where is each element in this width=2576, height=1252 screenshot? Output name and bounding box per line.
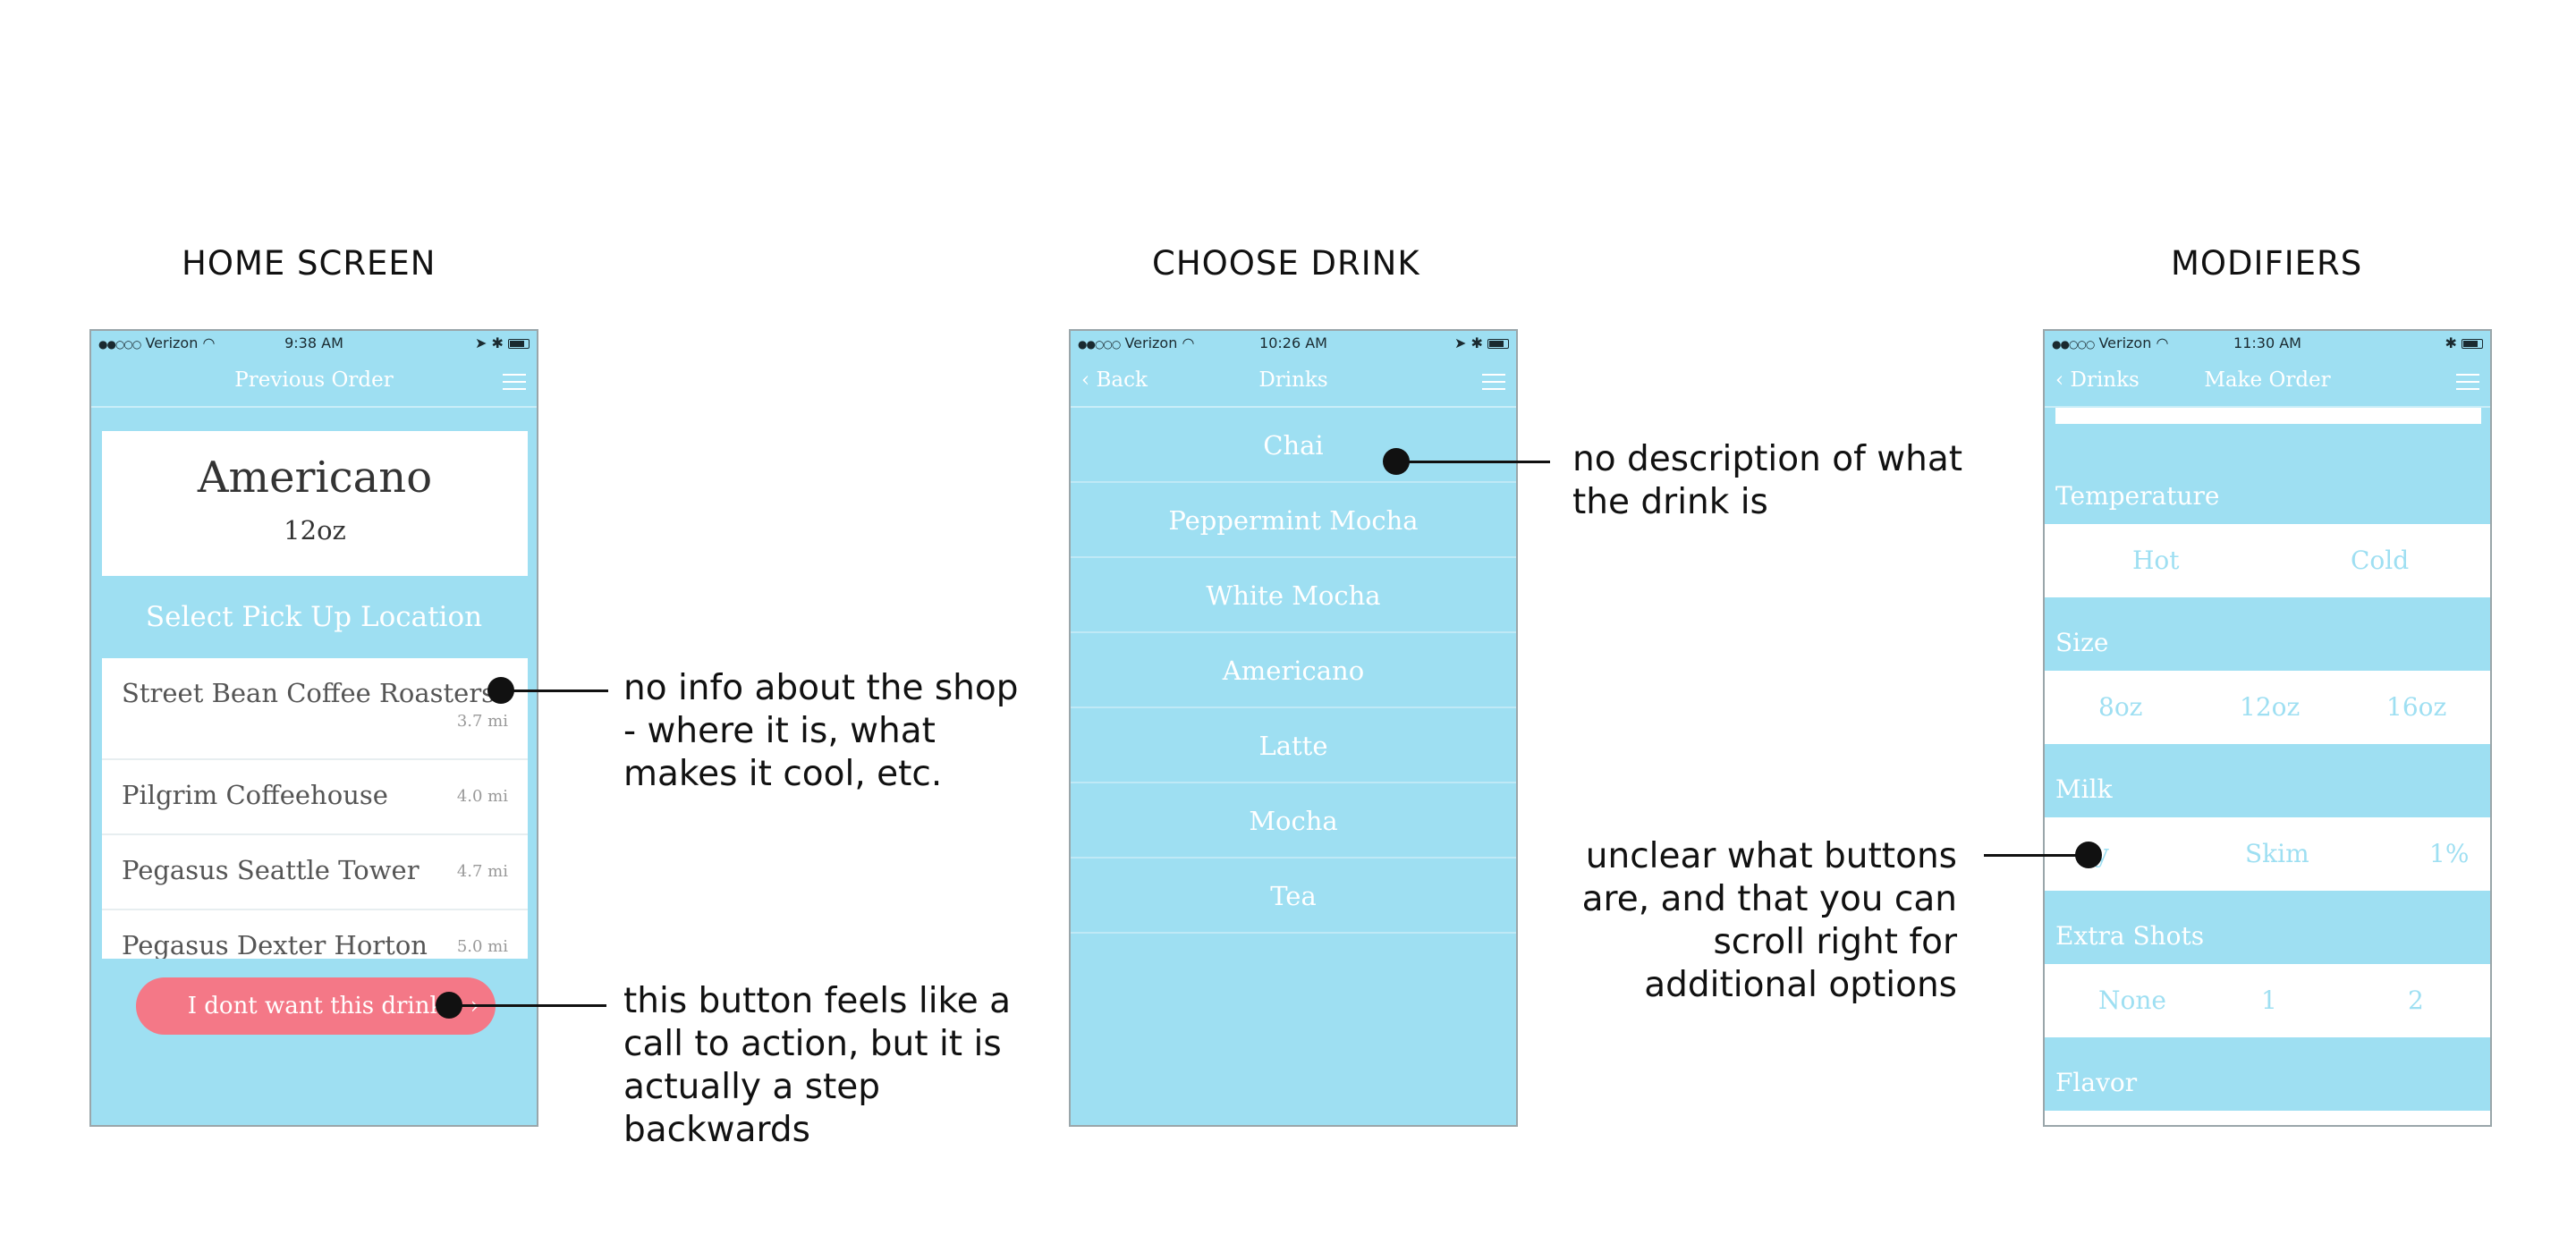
option-1-percent[interactable]: 1% (2429, 817, 2469, 891)
annotation-line: no description of what (1572, 439, 1963, 479)
drink-item[interactable]: Tea (1071, 859, 1516, 934)
order-drink-name: Americano (197, 453, 433, 503)
location-list[interactable]: Street Bean Coffee Roasters 3.7 mi Pilgr… (91, 658, 537, 959)
drink-item[interactable]: Americano (1071, 633, 1516, 708)
nav-title: Previous Order (234, 368, 394, 392)
option-2-shots[interactable]: 2 (2408, 964, 2424, 1037)
status-time: 11:30 AM (2233, 334, 2301, 351)
size-options[interactable]: 8oz 12oz 16oz (2045, 671, 2490, 744)
annotation-buttons-unclear: unclear what buttons are, and that you c… (1547, 835, 1957, 1007)
location-distance: 4.0 mi (456, 787, 508, 806)
section-title-modifiers: MODIFIERS (2171, 244, 2363, 283)
flavor-options[interactable] (2045, 1111, 2490, 1125)
annotation-line: are, and that you can (1581, 879, 1957, 919)
battery-icon (2462, 339, 2483, 349)
scrolled-card-edge (2055, 408, 2481, 424)
location-distance: 4.7 mi (456, 862, 508, 881)
option-none[interactable]: None (2098, 964, 2166, 1037)
choose-drink-phone: ●●○○○ Verizon ◠ 10:26 AM ➤ ✱ ‹ Back Drin… (1069, 329, 1518, 1127)
extra-shots-options[interactable]: None 1 2 (2045, 964, 2490, 1037)
callout-dot (2075, 842, 2102, 868)
modifier-label-extra-shots: Extra Shots (2055, 921, 2205, 951)
status-time: 9:38 AM (284, 334, 343, 351)
annotation-line: scroll right for (1713, 922, 1957, 962)
section-title-choose-drink: CHOOSE DRINK (1152, 244, 1420, 283)
modifiers-phone: ●●○○○ Verizon ◠ 11:30 AM ✱ ‹ Drinks Make… (2043, 329, 2492, 1127)
menu-icon[interactable] (1482, 374, 1505, 392)
annotation-line: actually a step (623, 1067, 881, 1107)
status-time: 10:26 AM (1259, 334, 1327, 351)
location-item[interactable]: Street Bean Coffee Roasters 3.7 mi (102, 658, 528, 760)
nav-bar: ‹ Back Drinks (1071, 356, 1516, 406)
home-screen-phone: ●●○○○ Verizon ◠ 9:38 AM ➤ ✱ Previous Ord… (89, 329, 538, 1127)
select-location-heading: Select Pick Up Location (145, 601, 483, 633)
option-cold[interactable]: Cold (2351, 524, 2409, 597)
option-12oz[interactable]: 12oz (2240, 671, 2300, 744)
modifier-label-flavor: Flavor (2055, 1068, 2138, 1097)
location-icon: ➤ (475, 334, 487, 351)
option-1-shot[interactable]: 1 (2261, 964, 2277, 1037)
temperature-options[interactable]: Hot Cold (2045, 524, 2490, 597)
annotation-button-note: this button feels like a call to action,… (623, 980, 1011, 1152)
menu-icon[interactable] (2456, 374, 2479, 392)
drink-item[interactable]: White Mocha (1071, 558, 1516, 633)
previous-order-card[interactable]: Americano 12oz (102, 431, 528, 576)
location-item[interactable]: Pegasus Dexter Horton 5.0 mi (102, 910, 528, 959)
location-name: Pilgrim Coffeehouse (122, 780, 388, 810)
option-skim[interactable]: Skim (2245, 817, 2309, 891)
annotation-line: unclear what buttons (1585, 836, 1957, 876)
callout-line (501, 689, 608, 692)
drink-item[interactable]: Chai (1071, 408, 1516, 483)
nav-title: Make Order (2204, 368, 2331, 392)
location-name: Street Bean Coffee Roasters (122, 678, 496, 708)
location-distance: 3.7 mi (456, 712, 508, 731)
location-icon: ➤ (1454, 334, 1467, 351)
annotation-line: makes it cool, etc. (623, 754, 943, 794)
drink-item[interactable]: Latte (1071, 708, 1516, 783)
annotation-line: - where it is, what (623, 711, 936, 751)
annotation-line: call to action, but it is (623, 1024, 1002, 1064)
nav-bar: Previous Order (91, 356, 537, 406)
battery-icon (508, 339, 530, 349)
location-name: Pegasus Seattle Tower (122, 855, 419, 885)
option-hot[interactable]: Hot (2132, 524, 2180, 597)
cancel-drink-label: I dont want this drink (187, 993, 445, 1019)
modifier-label-milk: Milk (2055, 774, 2113, 804)
option-16oz[interactable]: 16oz (2386, 671, 2446, 744)
battery-icon (1487, 339, 1509, 349)
annotation-drink-description: no description of what the drink is (1572, 438, 1962, 524)
modifier-label-size: Size (2055, 628, 2109, 657)
option-8oz[interactable]: 8oz (2098, 671, 2142, 744)
location-item[interactable]: Pegasus Seattle Tower 4.7 mi (102, 835, 528, 910)
modifier-label-temperature: Temperature (2055, 481, 2220, 511)
bluetooth-icon: ✱ (491, 334, 504, 351)
status-bar: ●●○○○ Verizon ◠ 9:38 AM ➤ ✱ (91, 331, 537, 356)
status-bar: ●●○○○ Verizon ◠ 11:30 AM ✱ (2045, 331, 2490, 356)
order-drink-size: 12oz (284, 515, 346, 546)
nav-title: Drinks (1258, 368, 1328, 392)
section-title-home: HOME SCREEN (182, 244, 436, 283)
bluetooth-icon: ✱ (2445, 334, 2457, 351)
drink-item[interactable]: Peppermint Mocha (1071, 483, 1516, 558)
annotation-line: this button feels like a (623, 981, 1012, 1021)
location-name: Pegasus Dexter Horton (122, 930, 428, 959)
annotation-shop-info: no info about the shop - where it is, wh… (623, 667, 1019, 796)
status-bar: ●●○○○ Verizon ◠ 10:26 AM ➤ ✱ (1071, 331, 1516, 356)
callout-line (449, 1004, 606, 1007)
annotation-line: the drink is (1572, 482, 1768, 522)
milk-options[interactable]: y Skim 1% (2045, 817, 2490, 891)
bluetooth-icon: ✱ (1470, 334, 1483, 351)
annotation-line: backwards (623, 1110, 810, 1150)
annotation-line: no info about the shop (623, 668, 1019, 708)
location-item[interactable]: Pilgrim Coffeehouse 4.0 mi (102, 760, 528, 835)
callout-line (1396, 461, 1550, 463)
location-distance: 5.0 mi (456, 937, 508, 956)
nav-bar: ‹ Drinks Make Order (2045, 356, 2490, 406)
menu-icon[interactable] (503, 374, 526, 392)
drink-item[interactable]: Mocha (1071, 783, 1516, 859)
annotation-line: additional options (1644, 965, 1957, 1005)
